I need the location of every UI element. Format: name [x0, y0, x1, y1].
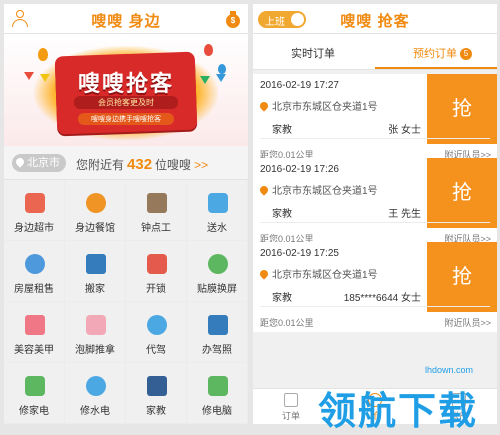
city-selector[interactable]: 北京市 — [12, 154, 66, 172]
water-drop-icon — [86, 376, 106, 396]
order-service-type: 家教 — [272, 293, 292, 304]
order-customer: 张 女士 — [388, 125, 421, 136]
orders-icon — [284, 393, 298, 407]
banner-subtitle: 会员抢客更及时 — [74, 96, 178, 109]
service-steering-wheel[interactable]: 代驾 — [126, 302, 187, 363]
worker-icon — [147, 193, 167, 213]
nearby-count-text[interactable]: 您附近有 432 位嗖嗖 >> — [76, 156, 208, 173]
service-label: 身边餐馆 — [75, 223, 115, 234]
service-label: 身边超市 — [14, 223, 54, 234]
promo-banner[interactable]: 嗖嗖抢客 会员抢客更及时 嗖嗖身边携手嗖嗖抢客 — [4, 34, 248, 146]
service-water-drop[interactable]: 修水电 — [65, 363, 126, 424]
service-water-bottle[interactable]: 送水 — [187, 180, 248, 241]
nearby-team-link[interactable]: 附近队员>> — [444, 316, 491, 329]
order-distance: 距您0.01公里 — [260, 318, 314, 328]
lipstick-icon — [25, 315, 45, 335]
service-label: 钟点工 — [141, 223, 171, 234]
order-time: 2016-02-19 17:26 — [260, 164, 339, 175]
service-lock[interactable]: 开锁 — [126, 241, 187, 302]
order-time: 2016-02-19 17:27 — [260, 80, 339, 91]
service-label: 房屋租售 — [14, 284, 54, 295]
graduation-cap-icon — [147, 376, 167, 396]
service-label: 代驾 — [146, 345, 166, 356]
order-address: 北京市东城区仓夹道1号 — [258, 182, 378, 197]
reserved-count-badge: 5 — [460, 48, 472, 60]
service-label: 美容美甲 — [14, 345, 54, 356]
order-time: 2016-02-19 17:25 — [260, 248, 339, 259]
service-label: 开锁 — [146, 284, 166, 295]
service-label: 搬家 — [85, 284, 105, 295]
app-title-left: 嗖嗖 身边 — [91, 13, 161, 30]
service-lipstick[interactable]: 美容美甲 — [4, 302, 65, 363]
banner-tagline: 嗖嗖身边携手嗖嗖抢客 — [78, 113, 174, 125]
left-screen: 嗖嗖 身边 $ 嗖嗖抢客 会员抢客更及时 嗖嗖身边携手嗖嗖抢客 北京市 您附近有… — [4, 4, 248, 424]
right-topbar: 上班 嗖嗖 抢客 — [253, 4, 497, 34]
order-address: 北京市东城区仓夹道1号 — [258, 266, 378, 281]
service-appliance[interactable]: 修家电 — [4, 363, 65, 424]
service-computer[interactable]: 修电脑 — [187, 363, 248, 424]
balloon-icon — [218, 64, 226, 74]
service-basket[interactable]: 身边超市 — [4, 180, 65, 241]
medal-icon[interactable]: $ — [226, 11, 240, 28]
tab-reserved-orders[interactable]: 预约订单 5 — [413, 45, 472, 61]
building-icon — [25, 254, 45, 274]
fork-knife-icon — [86, 193, 106, 213]
order-customer: 185****6644 女士 — [343, 293, 421, 304]
water-bottle-icon — [208, 193, 228, 213]
grab-order-button[interactable]: 抢 — [427, 242, 497, 312]
right-screen: 上班 嗖嗖 抢客 实时订单 预约订单 5 2016-02-19 17:27 北京市东… — [253, 4, 497, 424]
computer-icon — [208, 376, 228, 396]
truck-icon — [86, 254, 106, 274]
app-title-right: 嗖嗖 抢客 — [340, 13, 410, 30]
order-service-type: 家教 — [272, 209, 292, 220]
left-topbar: 嗖嗖 身边 $ — [4, 4, 248, 34]
watermark: 领航下载 — [318, 391, 479, 433]
order-customer: 王 先生 — [388, 209, 421, 220]
grab-order-button[interactable]: 抢 — [427, 74, 497, 144]
order-card[interactable]: 2016-02-19 17:25 北京市东城区仓夹道1号家教 185****6644… — [253, 242, 497, 332]
service-phone[interactable]: 贴膜换屏 — [187, 241, 248, 302]
service-license[interactable]: 办驾照 — [187, 302, 248, 363]
appliance-icon — [25, 376, 45, 396]
order-service-type: 家教 — [272, 125, 292, 136]
service-worker[interactable]: 钟点工 — [126, 180, 187, 241]
tab-realtime-orders[interactable]: 实时订单 — [291, 45, 335, 61]
license-icon — [208, 315, 228, 335]
basket-icon — [25, 193, 45, 213]
nearby-count: 432 — [127, 156, 153, 173]
order-tabs: 实时订单 预约订单 5 — [253, 34, 497, 70]
service-label: 修家电 — [19, 406, 49, 417]
steering-wheel-icon — [147, 315, 167, 335]
service-foot[interactable]: 泡脚推拿 — [65, 302, 126, 363]
banner-title: 嗖嗖抢客 — [77, 71, 174, 96]
service-label: 送水 — [207, 223, 227, 234]
location-pin-icon — [258, 100, 270, 112]
lock-icon — [147, 254, 167, 274]
location-pin-icon — [258, 184, 270, 196]
service-building[interactable]: 房屋租售 — [4, 241, 65, 302]
order-address: 北京市东城区仓夹道1号 — [258, 98, 378, 113]
service-label: 家教 — [146, 406, 166, 417]
order-card[interactable]: 2016-02-19 17:26 北京市东城区仓夹道1号 家教王 先生抢距您0.01… — [253, 158, 497, 248]
service-fork-knife[interactable]: 身边餐馆 — [65, 180, 126, 241]
order-card[interactable]: 2016-02-19 17:27 北京市东城区仓夹道1号 家教张 女士抢距您0.01… — [253, 74, 497, 164]
service-label: 泡脚推拿 — [75, 345, 115, 356]
service-label: 贴膜换屏 — [197, 284, 237, 295]
service-truck[interactable]: 搬家 — [65, 241, 126, 302]
location-pin-icon — [258, 268, 270, 280]
service-graduation-cap[interactable]: 家教 — [126, 363, 187, 424]
nearby-bar[interactable]: 北京市 您附近有 432 位嗖嗖 >> — [4, 146, 248, 180]
service-label: 修水电 — [80, 406, 110, 417]
phone-icon — [208, 254, 228, 274]
foot-icon — [86, 315, 106, 335]
service-label: 修电脑 — [202, 406, 232, 417]
location-pin-icon — [14, 156, 26, 168]
nav-orders[interactable]: 订单 — [261, 393, 321, 422]
service-label: 办驾照 — [202, 345, 232, 356]
grab-order-button[interactable]: 抢 — [427, 158, 497, 228]
watermark-site: lhdown.com — [425, 365, 474, 375]
